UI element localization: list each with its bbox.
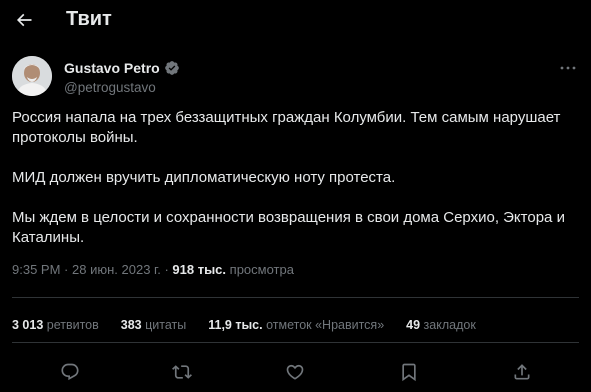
author-name[interactable]: Gustavo Petro bbox=[64, 60, 160, 76]
likes-label: отметок «Нравится» bbox=[266, 318, 385, 332]
bookmark-icon bbox=[402, 363, 416, 382]
more-options-button[interactable] bbox=[554, 58, 582, 78]
avatar[interactable] bbox=[12, 56, 52, 96]
retweets-count: 3 013 bbox=[12, 318, 44, 332]
page-header: Твит bbox=[0, 0, 591, 40]
avatar-image bbox=[12, 56, 52, 96]
reply-button[interactable] bbox=[58, 360, 82, 384]
page-title: Твит bbox=[66, 8, 112, 30]
tweet-actions bbox=[0, 358, 591, 388]
likes-stat[interactable]: 11,9 тыс. отметок «Нравится» bbox=[208, 318, 384, 332]
author-handle[interactable]: @petrogustavo bbox=[64, 80, 156, 95]
quotes-stat[interactable]: 383 цитаты bbox=[121, 318, 186, 332]
back-button[interactable] bbox=[8, 4, 40, 36]
tweet-date[interactable]: 28 июн. 2023 г. bbox=[72, 262, 161, 277]
more-horizontal-icon bbox=[560, 66, 576, 70]
bookmarks-label: закладок bbox=[423, 318, 476, 332]
retweet-icon bbox=[172, 365, 192, 379]
like-button[interactable] bbox=[283, 360, 307, 384]
tweet-paragraph: Мы ждем в целости и сохранности возвраще… bbox=[12, 209, 565, 246]
author-name-row: Gustavo Petro bbox=[64, 59, 180, 77]
tweet-page: Твит Gustavo Petro @petrogustavo Россия … bbox=[0, 0, 591, 392]
divider bbox=[12, 342, 579, 343]
share-button[interactable] bbox=[510, 360, 534, 384]
tweet-paragraph: Россия напала на трех беззащитных гражда… bbox=[12, 109, 561, 146]
verified-badge-icon bbox=[164, 61, 179, 75]
tweet-stats: 3 013 ретвитов 383 цитаты 11,9 тыс. отме… bbox=[12, 318, 476, 332]
bookmarks-count: 49 bbox=[406, 318, 421, 332]
meta-separator: · bbox=[164, 262, 169, 277]
bookmark-button[interactable] bbox=[397, 360, 421, 384]
bookmarks-stat[interactable]: 49 закладок bbox=[406, 318, 476, 332]
views-label: просмотра bbox=[229, 262, 294, 277]
heart-icon bbox=[286, 364, 304, 380]
quotes-label: цитаты bbox=[145, 318, 187, 332]
tweet-meta: 9:35 PM · 28 июн. 2023 г. · 918 тыс. про… bbox=[12, 262, 294, 277]
divider bbox=[12, 297, 579, 298]
retweets-label: ретвитов bbox=[46, 318, 99, 332]
share-icon bbox=[514, 364, 530, 380]
reply-icon bbox=[61, 363, 79, 381]
retweet-button[interactable] bbox=[170, 360, 194, 384]
arrow-left-icon bbox=[16, 13, 32, 27]
tweet-text: Россия напала на трех беззащитных гражда… bbox=[12, 108, 582, 248]
views-count: 918 тыс. bbox=[172, 262, 227, 277]
likes-count: 11,9 тыс. bbox=[208, 318, 263, 332]
quotes-count: 383 bbox=[120, 318, 142, 332]
tweet-time[interactable]: 9:35 PM bbox=[12, 262, 60, 277]
tweet-paragraph: МИД должен вручить дипломатическую ноту … bbox=[12, 169, 396, 186]
meta-separator: · bbox=[64, 262, 69, 277]
retweets-stat[interactable]: 3 013 ретвитов bbox=[12, 318, 99, 332]
